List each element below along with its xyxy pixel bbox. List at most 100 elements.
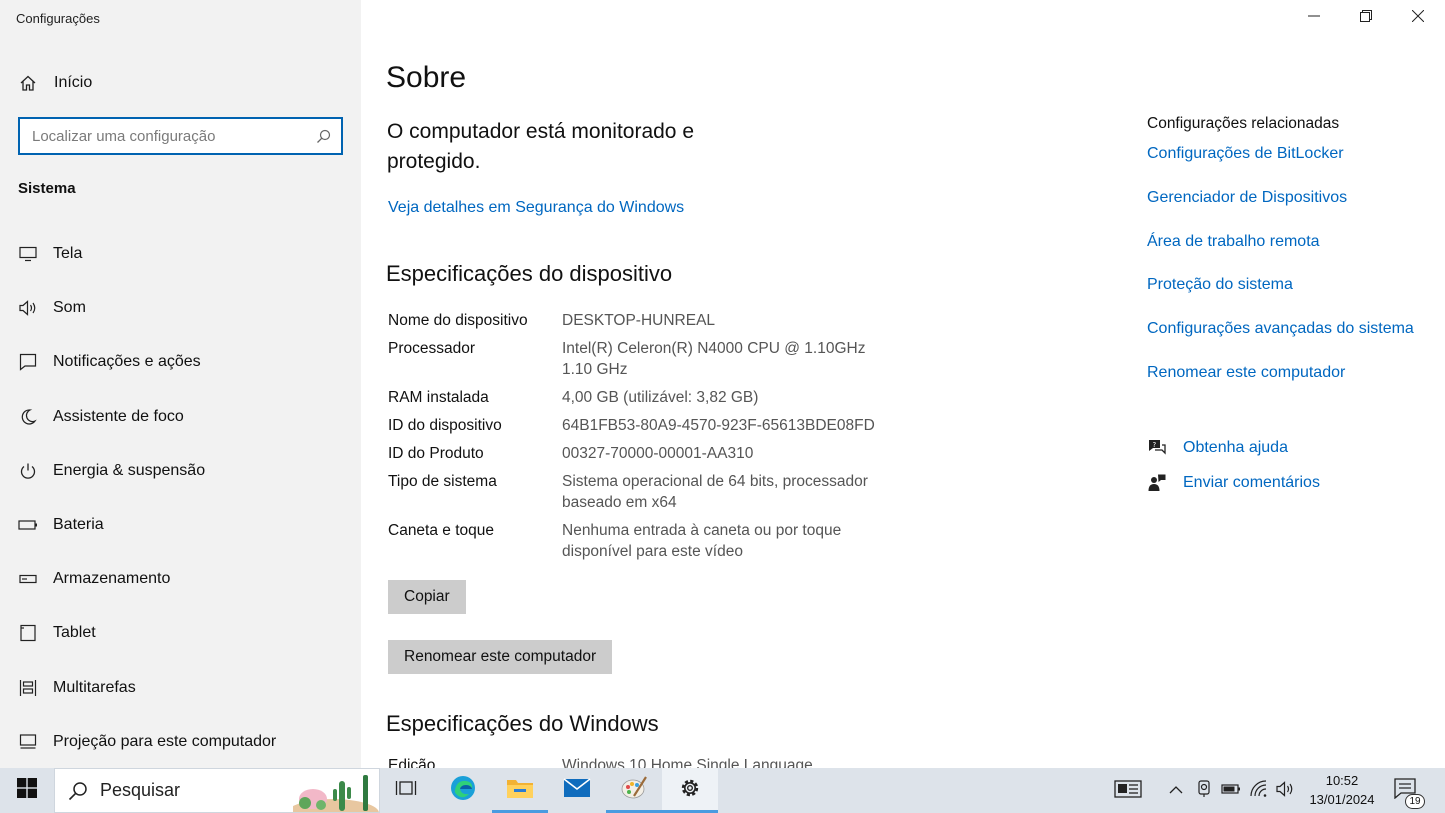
meet-now-button[interactable] — [1192, 779, 1216, 803]
svg-text:?: ? — [1153, 441, 1157, 449]
sidebar-item-tablet[interactable]: Tablet — [0, 606, 361, 660]
spec-row: ID do dispositivo 64B1FB53-80A9-4570-923… — [388, 415, 908, 436]
file-explorer-icon — [506, 776, 534, 805]
help-chat-icon: ? — [1147, 438, 1167, 458]
chevron-up-icon — [1169, 782, 1183, 800]
sidebar-item-projecao[interactable]: Projeção para este computador — [0, 715, 361, 769]
projection-icon — [18, 732, 38, 752]
search-icon[interactable] — [315, 128, 331, 144]
sidebar-item-multitarefas[interactable]: Multitarefas — [0, 661, 361, 715]
spec-value: 00327-70000-00001-AA310 — [562, 445, 754, 462]
device-specs-list: Nome do dispositivo DESKTOP-HUNREAL Proc… — [388, 310, 908, 569]
monitor-icon — [18, 244, 38, 264]
notification-count-badge: 19 — [1405, 794, 1425, 809]
speaker-icon — [18, 298, 38, 318]
rename-computer-link[interactable]: Renomear este computador — [1147, 364, 1345, 382]
volume-button[interactable] — [1273, 779, 1297, 803]
volume-icon — [1275, 780, 1295, 803]
sidebar-item-label: Projeção para este computador — [53, 732, 277, 750]
home-label: Início — [54, 74, 93, 91]
edge-icon — [449, 774, 477, 807]
battery-button[interactable] — [1219, 779, 1243, 803]
taskbar-clock[interactable]: 10:52 13/01/2024 — [1300, 771, 1384, 809]
window-title: Configurações — [16, 11, 100, 26]
moon-icon — [18, 407, 38, 427]
security-details-link[interactable]: Veja detalhes em Segurança do Windows — [388, 199, 684, 217]
get-help-link[interactable]: ? Obtenha ajuda — [1147, 438, 1288, 458]
spec-value: DESKTOP-HUNREAL — [562, 312, 716, 329]
device-manager-link[interactable]: Gerenciador de Dispositivos — [1147, 189, 1347, 207]
home-icon — [18, 73, 38, 93]
meet-now-icon — [1196, 779, 1212, 803]
clock-time: 10:52 — [1325, 773, 1359, 788]
spec-key: Nome do dispositivo — [388, 312, 528, 329]
start-button[interactable] — [0, 768, 54, 813]
sidebar-item-tela[interactable]: Tela — [0, 227, 361, 281]
sidebar-item-energia[interactable]: Energia & suspensão — [0, 444, 361, 498]
settings-search-box[interactable] — [18, 117, 343, 155]
spec-value: Sistema operacional de 64 bits, processa… — [562, 473, 868, 511]
spec-value: Nenhuma entrada à caneta ou por toque di… — [562, 522, 842, 560]
spec-key: ID do dispositivo — [388, 417, 502, 434]
search-highlight-illustration — [293, 775, 379, 812]
sidebar: Configurações Início Sistema Tela Som No… — [0, 0, 361, 768]
news-icon — [1114, 779, 1142, 804]
system-protection-link[interactable]: Proteção do sistema — [1147, 276, 1293, 294]
mail-icon — [563, 777, 591, 804]
spec-row: Edição Windows 10 Home Single Language — [388, 757, 988, 768]
multitasking-icon — [18, 678, 38, 698]
settings-button[interactable] — [662, 768, 718, 813]
spec-row: Tipo de sistema Sistema operacional de 6… — [388, 471, 908, 513]
task-view-icon — [395, 778, 417, 803]
search-icon — [67, 780, 89, 802]
news-button[interactable] — [1113, 779, 1143, 803]
related-settings-heading: Configurações relacionadas — [1147, 115, 1340, 132]
copy-button[interactable]: Copiar — [388, 580, 466, 614]
sidebar-item-label: Bateria — [53, 516, 104, 534]
send-feedback-label: Enviar comentários — [1183, 474, 1320, 491]
search-input[interactable] — [32, 127, 315, 145]
spec-key: Processador — [388, 340, 476, 357]
spec-row: ID do Produto 00327-70000-00001-AA310 — [388, 443, 908, 464]
remote-desktop-link[interactable]: Área de trabalho remota — [1147, 233, 1320, 251]
mail-button[interactable] — [549, 768, 605, 813]
action-center-button[interactable]: 19 — [1393, 777, 1425, 809]
task-view-button[interactable] — [378, 768, 434, 813]
bitlocker-link[interactable]: Configurações de BitLocker — [1147, 145, 1344, 163]
sidebar-item-label: Armazenamento — [53, 570, 171, 588]
get-help-label: Obtenha ajuda — [1183, 439, 1288, 456]
tablet-icon — [18, 623, 38, 643]
sidebar-item-som[interactable]: Som — [0, 281, 361, 335]
battery-icon — [1221, 782, 1241, 800]
spec-value: 4,00 GB (utilizável: 3,82 GB) — [562, 389, 759, 406]
notification-icon — [18, 352, 38, 372]
spec-row: Nome do dispositivo DESKTOP-HUNREAL — [388, 310, 908, 331]
sidebar-nav: Tela Som Notificações e ações Assistente… — [0, 227, 361, 769]
advanced-system-settings-link[interactable]: Configurações avançadas do sistema — [1147, 320, 1414, 338]
show-hidden-icons-button[interactable] — [1164, 779, 1188, 803]
sidebar-item-armazenamento[interactable]: Armazenamento — [0, 552, 361, 606]
sidebar-item-label: Tablet — [53, 624, 96, 642]
windows-specs-heading: Especificações do Windows — [386, 711, 659, 736]
wifi-button[interactable] — [1247, 779, 1271, 803]
spec-value: Windows 10 Home Single Language — [562, 757, 813, 768]
sidebar-item-bateria[interactable]: Bateria — [0, 498, 361, 552]
settings-icon — [678, 776, 702, 805]
battery-icon — [18, 515, 38, 535]
sidebar-item-assistente-foco[interactable]: Assistente de foco — [0, 390, 361, 444]
sidebar-item-notificacoes[interactable]: Notificações e ações — [0, 335, 361, 389]
edge-button[interactable] — [435, 768, 491, 813]
power-icon — [18, 461, 38, 481]
sidebar-item-label: Assistente de foco — [53, 407, 184, 425]
file-explorer-button[interactable] — [492, 768, 548, 813]
device-specs-heading: Especificações do dispositivo — [386, 261, 673, 286]
sidebar-item-label: Energia & suspensão — [53, 461, 206, 479]
spec-key: ID do Produto — [388, 445, 484, 462]
feedback-icon — [1147, 473, 1167, 493]
rename-computer-button[interactable]: Renomear este computador — [388, 640, 613, 674]
taskbar-search-box[interactable]: Pesquisar — [54, 768, 380, 813]
spec-row: RAM instalada 4,00 GB (utilizável: 3,82 … — [388, 387, 908, 408]
home-nav-item[interactable]: Início — [18, 70, 92, 96]
paint-button[interactable] — [606, 768, 662, 813]
send-feedback-link[interactable]: Enviar comentários — [1147, 473, 1320, 493]
